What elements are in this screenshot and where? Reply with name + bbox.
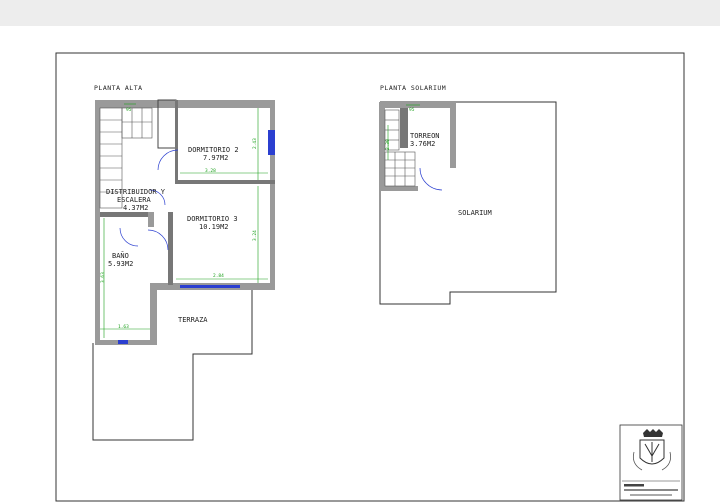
room-bath-area: 5.93M2 <box>108 260 133 268</box>
architect-title-block <box>619 424 683 501</box>
door-swing-dorm3 <box>147 229 169 251</box>
upper-dimension-lines <box>100 103 268 338</box>
upper-floor-title: PLANTA ALTA <box>94 84 143 92</box>
window-dorm3 <box>180 285 240 288</box>
sheet-border <box>55 52 685 502</box>
room-terrace-name: TERRAZA <box>178 316 208 324</box>
dim-upper-1: 3.28 <box>205 168 216 174</box>
solarium-floor-title: PLANTA SOLARIUM <box>380 84 446 92</box>
tower-wall-bottom <box>380 186 418 191</box>
wall-left <box>95 100 100 345</box>
room-hall-name-2: ESCALERA <box>117 196 152 204</box>
tower-wall-left <box>380 102 385 190</box>
door-swing-tower <box>419 167 443 191</box>
door-swing-bath <box>119 227 139 247</box>
title-block-text-line <box>624 484 644 487</box>
wall-dorm2-left <box>175 100 178 182</box>
room-hall-area: 4.37M2 <box>123 204 148 212</box>
wall-bath-top <box>100 212 148 217</box>
floor-plan-drawing: PLANTA ALTA 3.28 2.43 3.24 2.84 3.63 1.6… <box>55 52 685 502</box>
upper-floor-plan: PLANTA ALTA 3.28 2.43 3.24 2.84 3.63 1.6… <box>92 84 275 441</box>
room-solarium-name: SOLARIUM <box>458 209 492 217</box>
dim-upper-2: 2.43 <box>252 138 258 149</box>
window-bath <box>118 340 128 344</box>
dim-upper-7: 95 <box>126 107 132 113</box>
room-torreon-name: TORREON <box>410 132 440 140</box>
dim-upper-3: 3.24 <box>252 230 258 241</box>
dim-upper-5: 3.63 <box>100 272 106 283</box>
terrace-outline <box>92 289 253 441</box>
wall-dorm3-left <box>168 212 173 285</box>
room-torreon-area: 3.76M2 <box>410 140 435 148</box>
dim-upper-4: 2.84 <box>213 273 224 279</box>
dim-upper-6: 1.63 <box>118 324 129 330</box>
solarium-floor-plan: PLANTA SOLARIUM 95 2.30 TORREON 3.76M2 S… <box>379 84 557 305</box>
room-hall-name-1: DISTRIBUIDOR Y <box>106 188 166 196</box>
wall-dorm2-bottom <box>175 180 275 184</box>
tower-wall-right <box>450 102 456 168</box>
floor-plan-sheet: PLANTA ALTA 3.28 2.43 3.24 2.84 3.63 1.6… <box>0 0 720 504</box>
wall-right <box>270 100 275 290</box>
room-dorm3-name: DORMITORIO 3 <box>187 215 238 223</box>
title-block-text-line <box>624 489 678 491</box>
title-block-text-line <box>630 494 672 496</box>
room-dorm2-area: 7.97M2 <box>203 154 228 162</box>
wall-stub <box>148 212 154 227</box>
room-bath-name: BAÑO <box>112 251 129 260</box>
wall-bath-right <box>150 283 157 345</box>
room-dorm2-name: DORMITORIO 2 <box>188 146 239 154</box>
room-dorm3-area: 10.19M2 <box>199 223 229 231</box>
dim-solarium-1: 95 <box>409 107 415 113</box>
dim-solarium-2: 2.30 <box>385 139 391 150</box>
wall-top <box>95 100 275 108</box>
window-dorm2 <box>268 130 275 155</box>
tower-inner-wall <box>400 108 408 148</box>
